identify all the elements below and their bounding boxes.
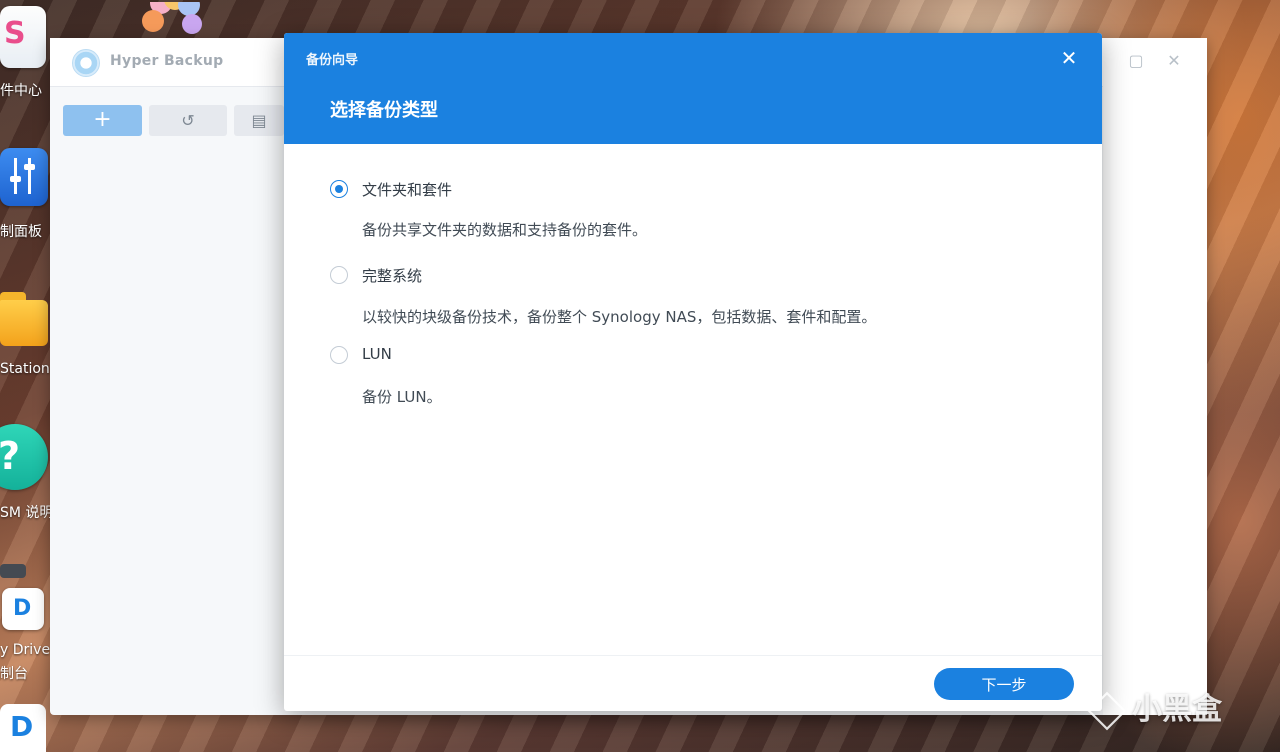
desktop-label-control-panel: 制面板 (0, 224, 42, 240)
close-window-icon[interactable]: ✕ (1163, 50, 1185, 72)
dialog-header: 备份向导 选择备份类型 ✕ (284, 33, 1102, 144)
option-description: 备份 LUN。 (362, 388, 442, 406)
radio-lun[interactable] (330, 346, 348, 364)
option-label: LUN (362, 345, 392, 363)
file-station-icon[interactable] (0, 288, 48, 346)
option-description: 备份共享文件夹的数据和支持备份的套件。 (362, 221, 648, 239)
plus-icon: + (93, 107, 112, 132)
watermark: 小黑盒 (1087, 684, 1222, 730)
option-label: 文件夹和套件 (362, 181, 453, 199)
radio-folders-and-packages[interactable] (330, 180, 348, 198)
xiaoheihe-logo-icon (1087, 691, 1127, 730)
document-icon: ▤ (251, 111, 267, 130)
dialog-wizard-name: 备份向导 (306, 53, 359, 68)
app-title: Hyper Backup (110, 53, 224, 69)
desktop-label-drive: y Drive (0, 642, 51, 658)
maximize-icon[interactable]: ▢ (1125, 50, 1147, 72)
app-blossom-icon[interactable] (142, 2, 204, 38)
log-button[interactable]: ▤ (234, 105, 284, 136)
drive-icon[interactable]: D (0, 564, 48, 630)
desktop-label-file-station: Station (0, 361, 50, 377)
desktop-label-drive-console: 制台 (0, 666, 28, 682)
desktop-label-package-center: 件中心 (0, 83, 42, 99)
radio-entire-system[interactable] (330, 266, 348, 284)
next-button[interactable]: 下一步 (934, 668, 1074, 700)
option-label: 完整系统 (362, 267, 423, 285)
watermark-text: 小黑盒 (1132, 692, 1222, 727)
control-panel-icon[interactable] (0, 148, 48, 206)
history-icon: ↺ (181, 111, 195, 130)
option-description: 以较快的块级备份技术，备份整个 Synology NAS，包括数据、套件和配置。 (362, 308, 877, 326)
backup-wizard-dialog: 备份向导 选择备份类型 ✕ 文件夹和套件 备份共享文件夹的数据和支持备份的套件。… (284, 33, 1102, 711)
dialog-title: 选择备份类型 (330, 100, 438, 121)
package-center-icon[interactable]: S (0, 6, 46, 68)
desktop-label-help: SM 说明 (0, 505, 54, 521)
restore-button[interactable]: ↺ (149, 105, 227, 136)
drive-admin-icon[interactable]: D (0, 704, 46, 752)
dialog-footer: 下一步 (284, 655, 1102, 711)
app-content-panel (1103, 86, 1207, 715)
hyper-backup-logo-icon (72, 49, 100, 77)
close-icon[interactable]: ✕ (1056, 45, 1082, 71)
add-backup-button[interactable]: + (63, 105, 142, 136)
